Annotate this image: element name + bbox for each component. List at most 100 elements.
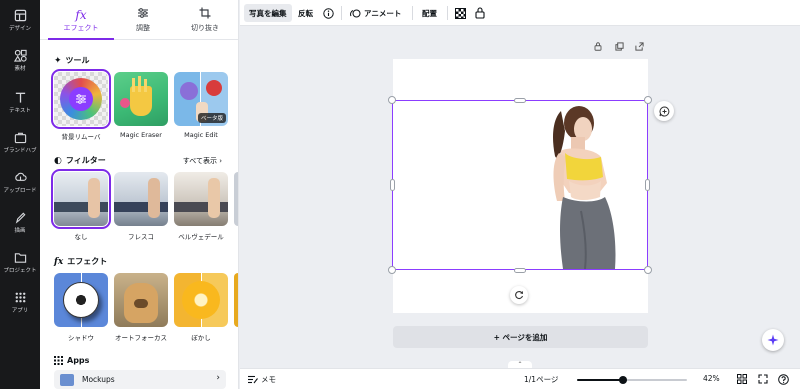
context-toolbar: 写真を編集 反転 アニメート 配置: [240, 0, 800, 26]
selection-frame: [392, 100, 648, 270]
comment-button[interactable]: [654, 101, 674, 121]
tools-heading: ✦ ツール: [54, 55, 90, 66]
tool-bg-remover[interactable]: [51, 69, 111, 129]
filter-belvedere[interactable]: [174, 172, 228, 226]
beta-badge: ベータ版: [197, 113, 226, 123]
left-rail: デザイン 素材 テキスト ブランドハブ アップロード 描画 プロジェクト アプリ: [0, 0, 40, 389]
resize-handle-bottom[interactable]: [514, 268, 526, 273]
filters-see-all-link[interactable]: すべて表示 ›: [183, 156, 222, 166]
lemon-slice: [182, 281, 220, 319]
filter-next-peek: [234, 172, 238, 226]
resize-handle-top-right[interactable]: [644, 96, 652, 104]
resize-handle-top-left[interactable]: [388, 96, 396, 104]
tools-title: ツール: [65, 56, 90, 65]
notes-button[interactable]: メモ: [248, 374, 276, 385]
magic-assistant-button[interactable]: [762, 329, 784, 351]
animate-button[interactable]: アニメート: [345, 4, 406, 22]
rail-label: アップロード: [3, 187, 37, 194]
resize-handle-left[interactable]: [390, 179, 395, 191]
rotate-button[interactable]: [510, 286, 528, 304]
toolbar-divider: [341, 6, 342, 20]
effects-heading: fx エフェクト: [54, 256, 107, 267]
position-button[interactable]: 配置: [417, 4, 442, 22]
resize-handle-bottom-right[interactable]: [644, 266, 652, 274]
fry-stick: [144, 79, 147, 92]
rail-label: プロジェクト: [3, 267, 37, 274]
rail-item-design[interactable]: デザイン: [0, 2, 40, 38]
zoom-slider-knob[interactable]: [619, 376, 627, 384]
duplicate-page-icon[interactable]: [615, 42, 624, 53]
adjust-icon: [137, 7, 149, 23]
zoom-slider[interactable]: [577, 376, 687, 384]
effect-label: ぼかし: [191, 334, 211, 342]
grid-view-icon: [737, 374, 747, 384]
rail-item-draw[interactable]: 描画: [0, 204, 40, 240]
tab-crop[interactable]: 切り抜き: [176, 0, 234, 40]
design-icon: [14, 9, 26, 21]
person-shape: [208, 178, 220, 218]
tab-adjust[interactable]: 調整: [114, 0, 172, 40]
crop-icon: [199, 7, 211, 23]
fullscreen-button[interactable]: [758, 374, 768, 386]
fry-stick: [132, 78, 135, 92]
effect-autofocus[interactable]: [114, 273, 168, 327]
tool-magic-edit[interactable]: ベータ版: [174, 72, 228, 126]
tool-label: Magic Eraser: [120, 131, 162, 139]
transparency-button[interactable]: [450, 4, 471, 22]
mockups-icon: [60, 374, 74, 386]
zoom-value[interactable]: 42%: [703, 374, 720, 383]
page-lock-icon[interactable]: [594, 42, 602, 53]
rail-item-projects[interactable]: プロジェクト: [0, 244, 40, 280]
rail-item-elements[interactable]: 素材: [0, 42, 40, 78]
lock-icon: [475, 7, 485, 19]
tab-label: 切り抜き: [191, 24, 219, 32]
notes-label: メモ: [261, 375, 276, 384]
app-item-mockups[interactable]: Mockups ›: [54, 370, 226, 389]
rotate-icon: [515, 290, 524, 300]
apps-heading: Apps: [54, 356, 89, 365]
help-icon: [778, 374, 789, 385]
red-flower: [206, 80, 222, 96]
fx-icon: fx: [75, 8, 87, 22]
effect-shadow[interactable]: [54, 273, 108, 327]
upload-icon: [14, 172, 27, 181]
page-indicator[interactable]: 1/1ページ: [524, 374, 558, 385]
tab-label: エフェクト: [63, 24, 99, 32]
draw-icon: [15, 212, 25, 224]
rail-label: 素材: [14, 65, 26, 72]
add-page-label: + ページを追加: [493, 332, 548, 342]
sparkle-icon: ✦: [54, 55, 62, 66]
help-button[interactable]: [778, 374, 789, 387]
fry-stick: [138, 76, 141, 92]
tab-effects[interactable]: fx エフェクト: [48, 0, 114, 40]
rail-item-upload[interactable]: アップロード: [0, 164, 40, 200]
apps-icon: [15, 292, 25, 302]
resize-handle-top[interactable]: [514, 98, 526, 103]
tool-magic-eraser[interactable]: [114, 72, 168, 126]
flip-button[interactable]: 反転: [293, 4, 318, 22]
resize-handle-bottom-left[interactable]: [388, 266, 396, 274]
rail-item-apps[interactable]: アプリ: [0, 284, 40, 320]
effect-blur[interactable]: [174, 273, 228, 327]
edit-photo-button[interactable]: 写真を編集: [244, 4, 292, 22]
lock-button[interactable]: [470, 4, 490, 22]
share-page-icon[interactable]: [635, 42, 644, 53]
filter-fresco[interactable]: [114, 172, 168, 226]
tab-label: 調整: [136, 24, 150, 32]
filters-title: フィルター: [65, 156, 106, 165]
info-button[interactable]: [318, 4, 339, 22]
effects-panel: fx エフェクト 調整 切り抜き ✦ ツール 背景リムーバ Magic Eras…: [40, 0, 239, 389]
rail-item-brand-hub[interactable]: ブランドハブ: [0, 124, 40, 160]
info-icon: [323, 7, 334, 19]
add-page-button[interactable]: + ページを追加: [393, 326, 648, 348]
grid-view-button[interactable]: [737, 374, 747, 386]
effect-label: シャドウ: [68, 334, 94, 342]
rail-item-text[interactable]: テキスト: [0, 84, 40, 120]
zoom-label: 42%: [703, 374, 720, 383]
position-label: 配置: [422, 8, 437, 18]
filters-heading: ◐ フィルター: [54, 155, 106, 166]
adjust-icon: [69, 87, 93, 111]
filter-none[interactable]: [51, 169, 111, 229]
effect-next-peek: [234, 273, 238, 327]
resize-handle-right[interactable]: [645, 179, 650, 191]
